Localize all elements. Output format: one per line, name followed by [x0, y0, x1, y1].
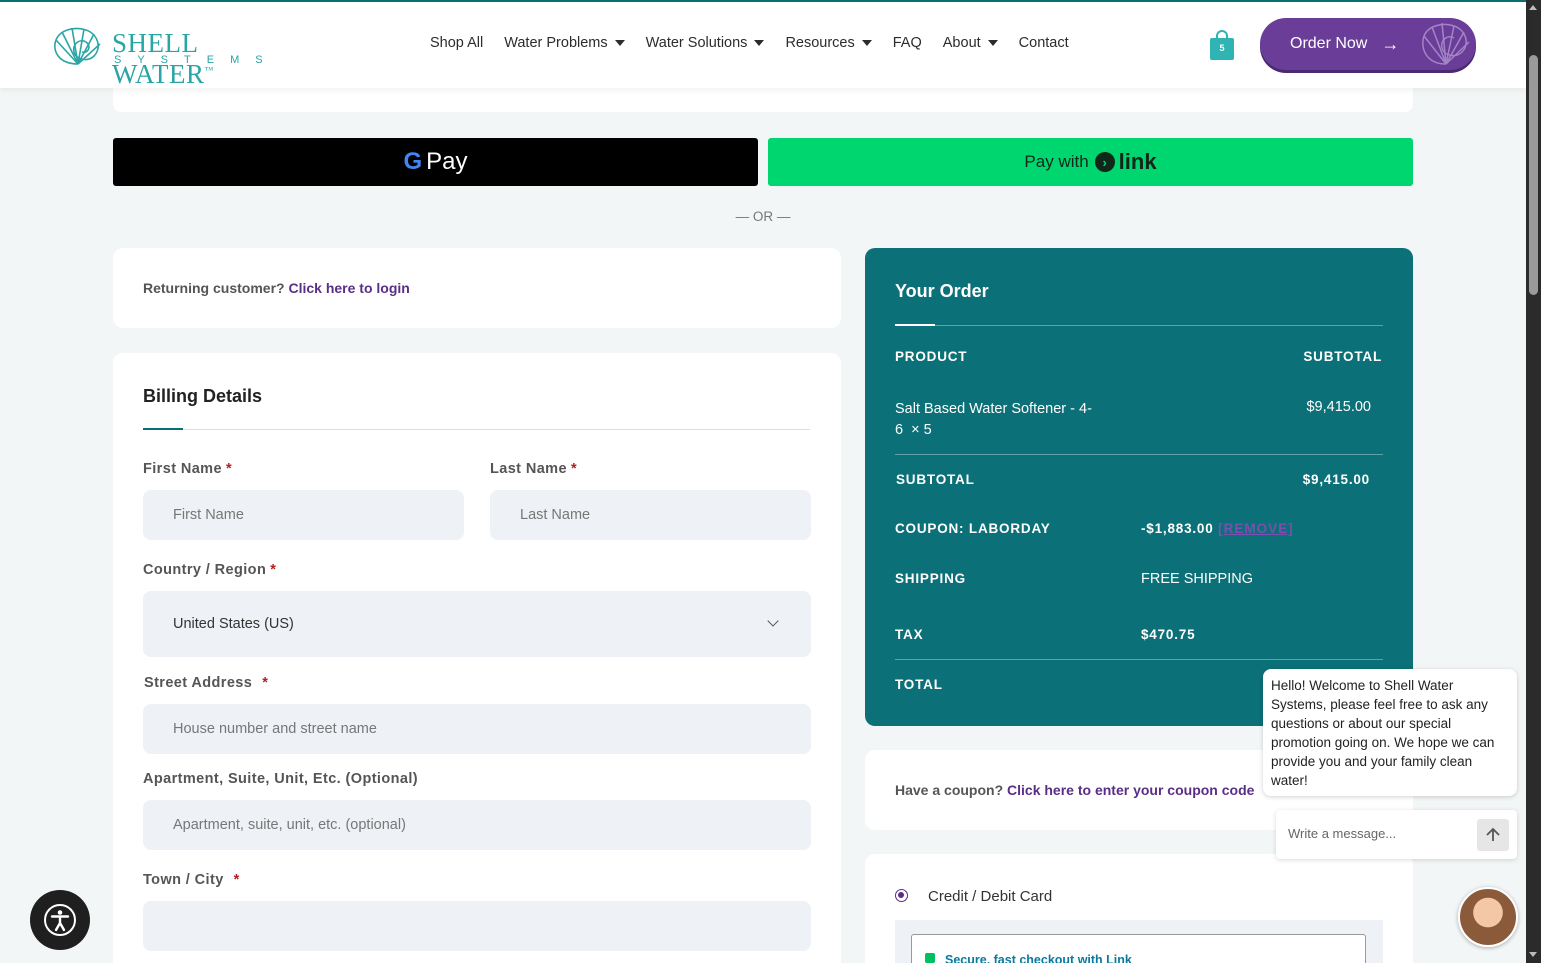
or-divider: — OR — — [735, 209, 791, 224]
pay-with-label: Pay with — [1024, 152, 1089, 171]
scroll-thumb[interactable] — [1529, 55, 1538, 295]
order-summary: Your Order PRODUCT SUBTOTAL Salt Based W… — [865, 248, 1413, 726]
subtotal-label: SUBTOTAL — [896, 472, 975, 487]
street-address-field[interactable] — [143, 704, 811, 754]
first-name-field[interactable] — [143, 490, 464, 540]
credit-card-radio[interactable] — [895, 889, 908, 902]
arrow-right-icon: → — [1381, 33, 1400, 54]
nav-faq[interactable]: FAQ — [893, 35, 922, 51]
page-scrollbar[interactable] — [1526, 0, 1541, 963]
scroll-up-icon[interactable] — [1529, 5, 1537, 10]
scroll-down-icon[interactable] — [1529, 952, 1537, 957]
chat-agent-avatar[interactable] — [1458, 887, 1518, 947]
country-select[interactable]: United States (US) — [143, 591, 811, 657]
divider-accent — [895, 324, 935, 326]
nav-contact[interactable]: Contact — [1019, 35, 1069, 51]
accessibility-icon — [44, 904, 76, 936]
subtotal-value: $9,415.00 — [1302, 472, 1370, 487]
divider — [895, 454, 1383, 455]
order-now-label: Order Now — [1290, 35, 1368, 52]
nav-about[interactable]: About — [943, 35, 998, 51]
order-item-qty: × 5 — [911, 422, 932, 438]
pay-with-link-button[interactable]: Pay with › link — [768, 138, 1413, 186]
google-pay-button[interactable]: G Pay — [113, 138, 758, 186]
country-label: Country / Region * — [143, 562, 277, 578]
subtotal-column-header: SUBTOTAL — [1303, 349, 1382, 364]
caret-down-icon — [987, 40, 998, 46]
lock-icon — [925, 953, 935, 963]
credit-card-label: Credit / Debit Card — [928, 888, 1053, 905]
accessibility-button[interactable] — [30, 890, 90, 950]
login-link[interactable]: Click here to login — [288, 280, 409, 296]
apartment-field[interactable] — [143, 800, 811, 850]
chevron-down-icon — [767, 615, 779, 627]
order-title: Your Order — [895, 281, 989, 301]
google-g-icon: G — [403, 148, 423, 175]
total-label: TOTAL — [895, 677, 943, 692]
shipping-value: FREE SHIPPING — [1141, 571, 1253, 587]
country-value: United States (US) — [173, 616, 294, 632]
chat-send-button[interactable] — [1477, 819, 1509, 851]
coupon-label: COUPON: LABORDAY — [895, 521, 1051, 536]
enter-coupon-link[interactable]: Click here to enter your coupon code — [1007, 782, 1254, 798]
remove-coupon-link[interactable]: [REMOVE] — [1218, 521, 1294, 536]
divider — [143, 429, 810, 430]
divider-accent — [143, 428, 183, 430]
google-pay-label: Pay — [426, 148, 468, 175]
tax-label: TAX — [895, 627, 924, 642]
nautilus-shell-icon — [1422, 22, 1470, 65]
divider — [895, 659, 1383, 660]
first-name-label: First Name * — [143, 461, 232, 477]
caret-down-icon — [614, 40, 625, 46]
nautilus-shell-icon — [54, 27, 101, 65]
town-city-label: Town / City * — [143, 872, 240, 888]
shipping-label: SHIPPING — [895, 571, 966, 586]
order-now-button[interactable]: Order Now → — [1260, 18, 1476, 70]
chat-message-input[interactable] — [1288, 826, 1468, 841]
returning-customer-text: Returning customer? — [143, 280, 285, 296]
cart-count-badge: 5 — [1219, 43, 1225, 53]
nav-resources[interactable]: Resources — [785, 35, 872, 51]
chat-input-box — [1276, 810, 1517, 859]
nav-water-problems[interactable]: Water Problems — [504, 35, 625, 51]
caret-down-icon — [754, 40, 765, 46]
street-address-label: Street Address * — [144, 675, 269, 691]
secure-checkout-link-text[interactable]: Secure, fast checkout with Link — [945, 953, 1132, 963]
nav-shop-all[interactable]: Shop All — [430, 35, 483, 51]
town-city-field[interactable] — [143, 901, 811, 951]
link-wordmark: link — [1118, 149, 1157, 174]
billing-details-card: Billing Details First Name* Last Name* C… — [113, 353, 841, 963]
divider — [895, 325, 1383, 326]
brand-subtitle: SYSTEMS — [114, 54, 279, 66]
order-item-name: Salt Based Water Softener - 4- 6 × 5 — [895, 401, 1092, 438]
tax-value: $470.75 — [1141, 627, 1196, 642]
arrow-up-icon — [1486, 827, 1500, 841]
link-logo-icon: › — [1094, 152, 1115, 172]
apartment-label: Apartment, Suite, Unit, Etc. (Optional) — [143, 771, 418, 787]
payment-methods-card: Credit / Debit Card Secure, fast checkou… — [865, 854, 1413, 963]
site-header: SHELL WATER™ SYSTEMS Shop All Water Prob… — [0, 0, 1526, 89]
main-nav: Shop All Water Problems Water Solutions … — [430, 35, 1090, 51]
cart-button[interactable]: 5 — [1210, 30, 1234, 60]
billing-title: Billing Details — [143, 386, 263, 406]
coupon-discount: -$1,883.00 [REMOVE] — [1141, 521, 1294, 536]
order-item-price: $9,415.00 — [1306, 399, 1371, 415]
caret-down-icon — [861, 40, 872, 46]
chat-welcome-message: Hello! Welcome to Shell Water Systems, p… — [1263, 669, 1517, 796]
nav-water-solutions[interactable]: Water Solutions — [646, 35, 765, 51]
returning-customer-card: Returning customer? Click here to login — [113, 248, 841, 328]
brand-logo[interactable]: SHELL WATER™ SYSTEMS — [48, 24, 288, 89]
last-name-label: Last Name * — [490, 461, 577, 477]
coupon-prompt: Have a coupon? — [895, 782, 1004, 798]
product-column-header: PRODUCT — [895, 349, 968, 364]
last-name-field[interactable] — [490, 490, 811, 540]
